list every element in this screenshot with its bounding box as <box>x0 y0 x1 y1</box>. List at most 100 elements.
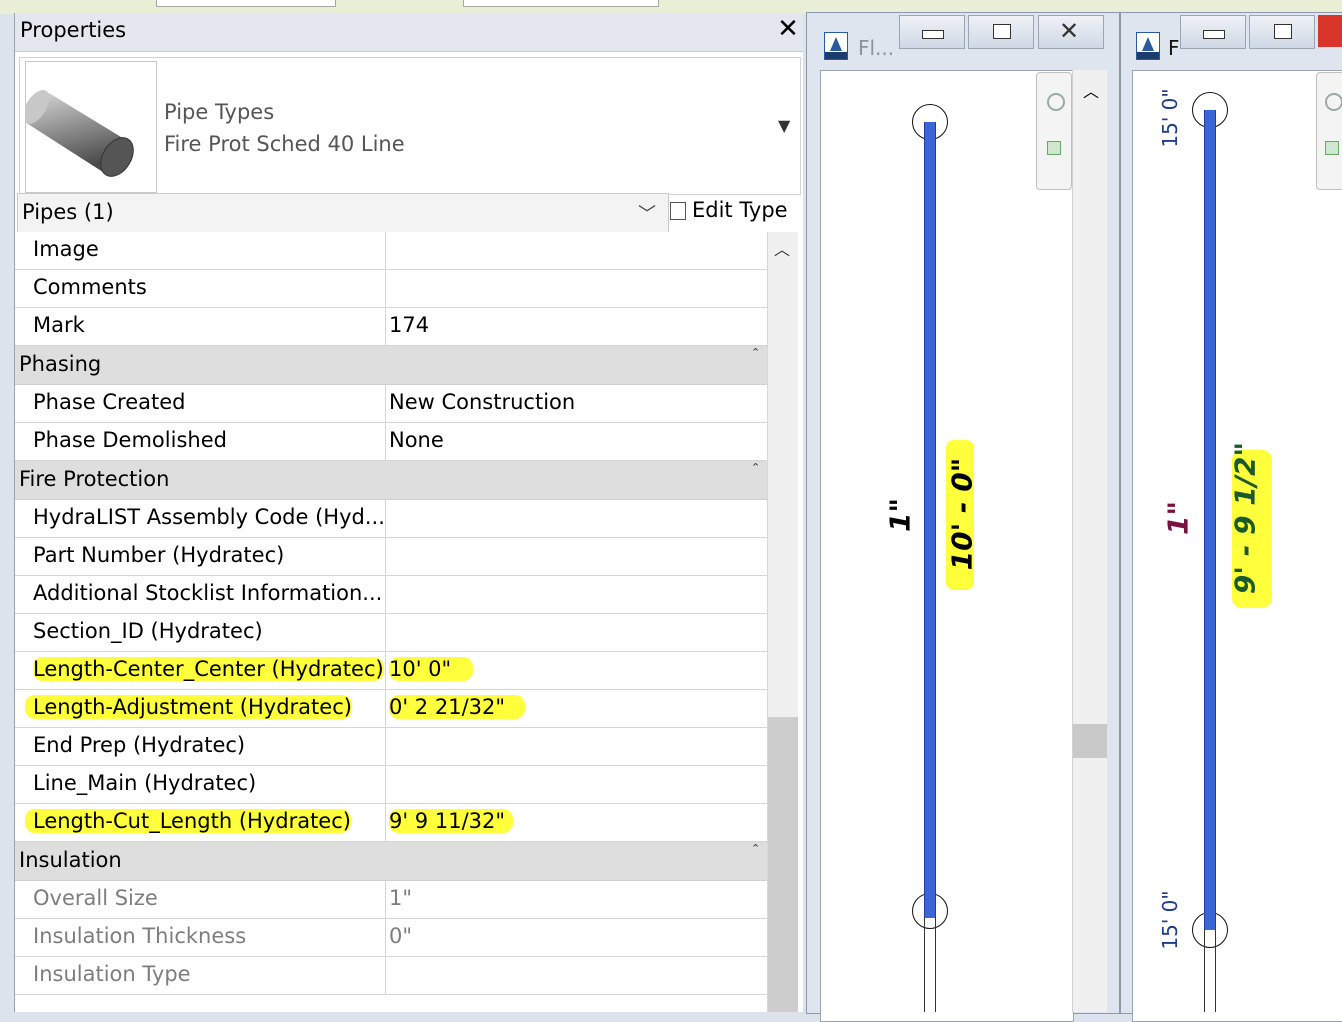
minimize-button[interactable] <box>1180 15 1246 49</box>
property-label: Overall Size <box>33 886 158 910</box>
edit-type-button[interactable]: Edit Type <box>670 196 795 230</box>
type-selector[interactable]: Pipe Types Fire Prot Sched 40 Line ▼ <box>19 57 801 195</box>
close-view-button[interactable] <box>1318 15 1342 47</box>
property-label: Part Number (Hydratec) <box>33 543 285 567</box>
property-label: Length-Center_Center (Hydratec) <box>33 657 384 681</box>
scroll-up-icon[interactable]: ︿ <box>1083 78 1099 102</box>
collapse-icon[interactable]: ⌃ <box>751 346 760 359</box>
zoom-icon[interactable] <box>1325 141 1339 155</box>
type-name: Pipe Types Fire Prot Sched 40 Line <box>164 96 405 160</box>
properties-title: Properties <box>20 18 127 42</box>
close-view-button[interactable]: ✕ <box>1038 15 1104 49</box>
properties-scrollbar[interactable]: ︿ <box>767 232 798 1012</box>
type-instance-name: Fire Prot Sched 40 Line <box>164 132 405 156</box>
property-row-insulation-thickness[interactable]: Insulation Thickness 0" <box>15 919 767 957</box>
property-label: Comments <box>33 275 147 299</box>
instance-filter-dropdown[interactable]: Pipes (1) ﹀ <box>17 193 669 233</box>
group-title: Fire Protection <box>19 467 170 491</box>
property-label: Mark <box>33 313 85 337</box>
instance-filter-label: Pipes (1) <box>22 200 114 224</box>
property-value[interactable]: 0' 2 21/32" <box>389 695 526 719</box>
close-icon[interactable]: ✕ <box>775 14 801 44</box>
properties-palette: Properties ✕ Pipe Types Fire Prot Sched … <box>14 13 803 1012</box>
view1-navigation-bar[interactable] <box>1036 72 1072 190</box>
pipe-segment[interactable] <box>1204 110 1216 930</box>
close-icon: ✕ <box>1059 17 1080 45</box>
steering-wheel-icon[interactable] <box>1047 93 1065 111</box>
property-label: Phase Demolished <box>33 428 227 452</box>
scroll-up-icon[interactable]: ︿ <box>774 236 790 260</box>
property-label: HydraLIST Assembly Code (Hyd... <box>33 505 385 529</box>
property-row-insulation-type[interactable]: Insulation Type <box>15 957 767 995</box>
property-label: Section_ID (Hydratec) <box>33 619 263 643</box>
property-row-stocklist[interactable]: Additional Stocklist Information... <box>15 576 767 614</box>
property-row-image[interactable]: Image <box>15 232 767 270</box>
property-label: Insulation Thickness <box>33 924 247 948</box>
type-family: Pipe Types <box>164 100 275 124</box>
property-value[interactable]: 9' 9 11/32" <box>389 809 514 833</box>
property-row-line-main[interactable]: Line_Main (Hydratec) <box>15 766 767 804</box>
property-label: Image <box>33 237 99 261</box>
property-row-part-number[interactable]: Part Number (Hydratec) <box>15 538 767 576</box>
zoom-icon[interactable] <box>1047 141 1061 155</box>
elevation-label-bottom: 15' 0" <box>1158 890 1182 950</box>
property-row-section-id[interactable]: Section_ID (Hydratec) <box>15 614 767 652</box>
pipe-segment[interactable] <box>924 122 936 918</box>
property-label: Insulation Type <box>33 962 191 986</box>
pipe-length-label: 9' - 9 1/2" <box>1228 441 1262 595</box>
edit-type-icon <box>670 202 686 220</box>
property-value: 0" <box>389 924 413 948</box>
group-header-insulation[interactable]: Insulation ⌃ <box>15 842 767 881</box>
property-row-length-adjustment[interactable]: Length-Adjustment (Hydratec) 0' 2 21/32" <box>15 690 767 728</box>
elevation-label-top: 15' 0" <box>1158 88 1182 148</box>
property-label: Length-Cut_Length (Hydratec) <box>25 809 351 833</box>
property-label: Length-Adjustment (Hydratec) <box>25 695 352 719</box>
rvt-icon <box>1136 32 1160 60</box>
view1-tab-title[interactable]: Fl... <box>858 36 894 60</box>
property-label: Additional Stocklist Information... <box>33 581 383 605</box>
pipe-size-label: 1" <box>883 497 917 533</box>
property-row-mark[interactable]: Mark 174 <box>15 308 767 346</box>
property-label: End Prep (Hydratec) <box>33 733 246 757</box>
property-row-hydralist[interactable]: HydraLIST Assembly Code (Hyd... <box>15 500 767 538</box>
view2-tab-title[interactable]: F <box>1168 36 1180 60</box>
property-row-end-prep[interactable]: End Prep (Hydratec) <box>15 728 767 766</box>
property-value[interactable]: New Construction <box>389 390 575 414</box>
pipe-continuation <box>1204 930 1216 1012</box>
property-label: Phase Created <box>33 390 186 414</box>
edit-type-label: Edit Type <box>692 198 788 222</box>
view2-navigation-bar[interactable] <box>1316 72 1342 190</box>
toolbar-field-1[interactable] <box>156 0 336 7</box>
collapse-icon[interactable]: ⌃ <box>751 461 760 474</box>
property-row-cut-length[interactable]: Length-Cut_Length (Hydratec) 9' 9 11/32" <box>15 804 767 842</box>
restore-icon <box>1274 24 1292 39</box>
property-row-phase-demolished[interactable]: Phase Demolished None <box>15 423 767 461</box>
property-value[interactable]: 174 <box>389 313 429 337</box>
property-row-comments[interactable]: Comments <box>15 270 767 308</box>
property-row-length-center[interactable]: Length-Center_Center (Hydratec) 10' 0" <box>15 652 767 690</box>
minimize-icon <box>922 30 944 39</box>
property-value[interactable]: None <box>389 428 444 452</box>
toolbar-field-2[interactable] <box>463 0 659 7</box>
rvt-icon <box>824 32 848 60</box>
property-value[interactable]: 10' 0" <box>389 657 474 681</box>
chevron-down-icon[interactable]: ﹀ <box>638 200 656 226</box>
pipe-cylinder-icon <box>22 90 134 177</box>
property-label: Line_Main (Hydratec) <box>33 771 257 795</box>
scrollbar-thumb[interactable] <box>768 717 798 1012</box>
view1-scrollbar[interactable]: ︿ <box>1072 70 1107 1012</box>
group-header-fire-protection[interactable]: Fire Protection ⌃ <box>15 461 767 500</box>
restore-button[interactable] <box>1249 15 1315 49</box>
property-row-overall-size[interactable]: Overall Size 1" <box>15 881 767 919</box>
group-header-phasing[interactable]: Phasing ⌃ <box>15 346 767 385</box>
scrollbar-thumb[interactable] <box>1073 724 1107 758</box>
pipe-size-label: 1" <box>1161 500 1195 536</box>
restore-button[interactable] <box>968 15 1034 49</box>
steering-wheel-icon[interactable] <box>1325 93 1342 111</box>
minimize-button[interactable] <box>899 15 965 49</box>
property-row-phase-created[interactable]: Phase Created New Construction <box>15 385 767 423</box>
properties-title-bar[interactable]: Properties ✕ <box>15 13 803 52</box>
dropdown-triangle-icon[interactable]: ▼ <box>778 116 790 135</box>
collapse-icon[interactable]: ⌃ <box>751 842 760 855</box>
restore-icon <box>993 24 1011 39</box>
